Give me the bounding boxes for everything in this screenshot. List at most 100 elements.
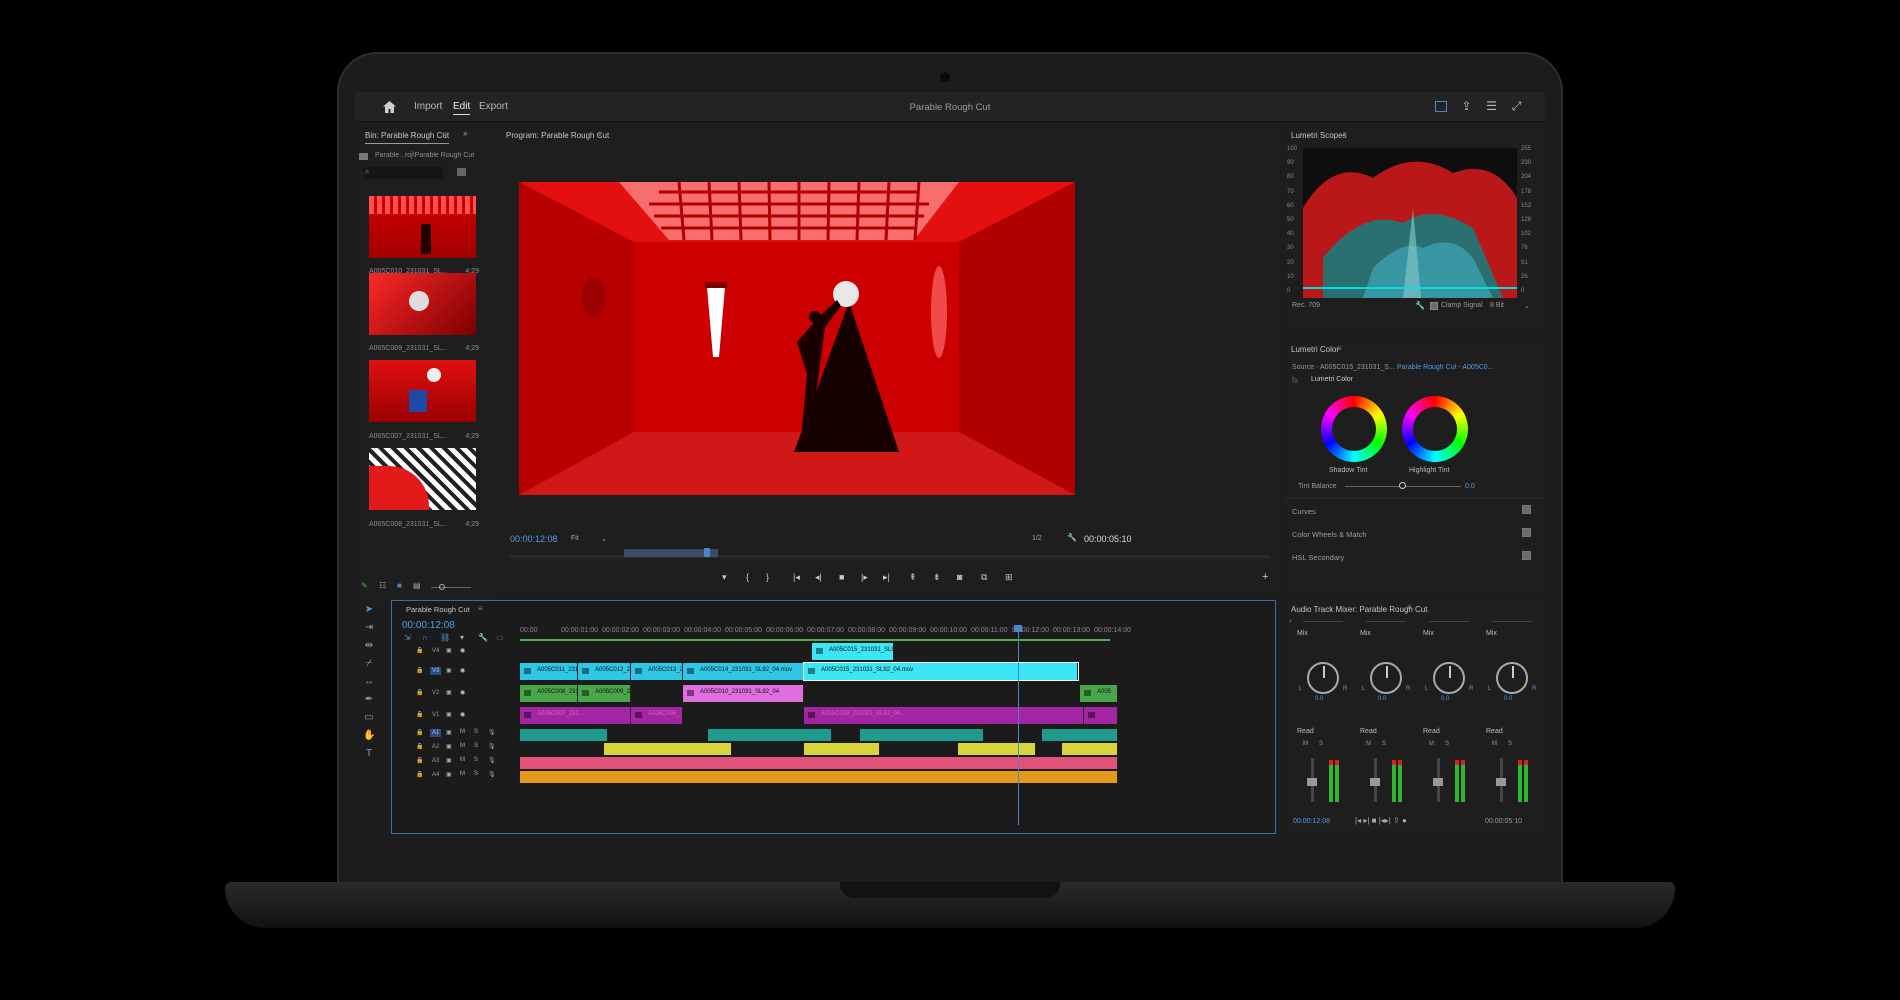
audio-clip-a1[interactable] (520, 729, 608, 741)
clip-v3[interactable]: A005C011_2310 (520, 663, 578, 680)
track-label[interactable]: A3 (430, 757, 441, 765)
settings-wrench-icon[interactable]: 🔧 (478, 633, 488, 642)
audio-clip-a2[interactable] (1062, 743, 1118, 755)
lock-icon[interactable]: 🔒 (416, 689, 423, 696)
curves-section[interactable]: Curves (1292, 507, 1316, 516)
clip-v3-selected[interactable]: A005C015_231031_SL92_04.mov (803, 662, 1079, 681)
sync-lock-icon[interactable]: ▣ (446, 743, 452, 750)
timeline-playhead[interactable] (1018, 625, 1019, 825)
mixer-transport[interactable]: |◂ ▸| ■ |◂▸| ⇪ ● (1355, 816, 1407, 825)
fx-icon[interactable]: fx (1292, 376, 1298, 385)
go-to-out-icon[interactable]: ▸| (883, 572, 890, 583)
pan-knob[interactable] (1496, 662, 1528, 694)
sync-lock-icon[interactable]: ▣ (446, 647, 452, 654)
pencil-icon[interactable]: ✎ (361, 581, 368, 590)
zoom-slider[interactable] (431, 587, 471, 588)
lock-icon[interactable]: 🔒 (416, 743, 423, 750)
mute-button[interactable]: M (460, 771, 465, 777)
track-label[interactable]: V4 (430, 647, 441, 655)
program-timecode[interactable]: 00:00:12:08 (510, 534, 558, 544)
playhead[interactable] (704, 548, 710, 557)
volume-fader-handle[interactable] (1370, 778, 1380, 786)
mix-dropdown[interactable]: Mix (1486, 630, 1497, 637)
add-marker-icon[interactable]: ▾ (460, 633, 464, 642)
clip-v3[interactable]: A005C013_23 (631, 663, 683, 680)
marker-icon[interactable]: ▾ (722, 572, 727, 583)
track-label[interactable]: A1 (430, 729, 442, 737)
audio-clip-a1[interactable] (860, 729, 984, 741)
fit-dropdown[interactable]: Fit ⌄ (571, 535, 607, 543)
zoom-slider-handle[interactable] (439, 584, 445, 590)
bit-depth-dropdown[interactable]: 8 Bit ⌄ (1490, 302, 1530, 310)
panel-menu-icon[interactable]: ≡ (597, 130, 602, 139)
panel-menu-icon[interactable]: ≡ (1342, 130, 1347, 139)
track-label[interactable]: V1 (430, 711, 441, 719)
mix-dropdown[interactable]: Mix (1360, 630, 1371, 637)
clamp-checkbox[interactable] (1430, 302, 1438, 310)
step-back-icon[interactable]: ◂| (815, 572, 822, 583)
mute-button[interactable]: M (1492, 741, 1497, 747)
mark-out-icon[interactable]: } (766, 572, 769, 582)
lock-icon[interactable]: 🔒 (416, 711, 423, 718)
panel-menu-icon[interactable]: ≡ (478, 604, 483, 613)
microphone-icon[interactable]: 🎙 (488, 757, 496, 764)
playhead-handle[interactable] (1014, 625, 1022, 632)
clip-v1[interactable]: A005C007_231... (520, 707, 631, 724)
sync-lock-icon[interactable]: ▣ (446, 689, 452, 696)
lift-icon[interactable]: ⇞ (909, 572, 917, 583)
pan-value[interactable]: 0.0 (1504, 696, 1512, 702)
icon-view-icon[interactable]: ■ (397, 581, 402, 590)
sequence-dropdown[interactable]: Parable Rough Cut - A005C0... (1397, 364, 1494, 371)
clip-v2[interactable]: A005 (1080, 685, 1118, 702)
share-icon[interactable]: ⇪ (1460, 100, 1473, 113)
wrench-icon[interactable]: 🔧 (1415, 301, 1425, 310)
track-select-icon[interactable]: ⇥ (363, 622, 375, 634)
audio-clip-a4[interactable] (520, 771, 1118, 783)
expand-icon[interactable]: › (1289, 616, 1292, 625)
track-label[interactable]: V2 (430, 689, 441, 697)
scope-mode[interactable]: Rec. 709 (1292, 302, 1320, 309)
mix-dropdown[interactable]: Mix (1297, 630, 1308, 637)
audio-clip-a2[interactable] (958, 743, 1036, 755)
solo-button[interactable]: S (1508, 741, 1512, 747)
automation-dropdown[interactable]: Read (1297, 728, 1314, 735)
wrench-icon[interactable]: 🔧 (1067, 533, 1077, 542)
tint-balance-handle[interactable] (1399, 482, 1406, 489)
clip-v3[interactable]: A005C014_231031_SL92_04.mov (683, 663, 804, 680)
pan-value[interactable]: 0.0 (1378, 696, 1386, 702)
step-forward-icon[interactable]: |▸ (861, 572, 868, 583)
camera-icon[interactable]: ◙ (957, 572, 962, 582)
clip-v2[interactable]: A005C009_231 (578, 685, 631, 702)
clip-v2[interactable]: A005C010_231031_SL92_04 (683, 685, 804, 702)
automation-dropdown[interactable]: Read (1360, 728, 1377, 735)
solo-button[interactable]: S (1319, 741, 1323, 747)
audio-clip-a2[interactable] (604, 743, 732, 755)
compare-icon[interactable]: ⧉ (981, 572, 987, 583)
track-label[interactable]: A4 (430, 771, 441, 779)
volume-fader-handle[interactable] (1433, 778, 1443, 786)
clip-thumbnail[interactable] (369, 448, 476, 510)
pan-value[interactable]: 0.0 (1441, 696, 1449, 702)
pan-value[interactable]: 0.0 (1315, 696, 1323, 702)
clip-thumbnail[interactable] (369, 273, 476, 335)
time-ruler[interactable]: 00:00 00:00:01:00 00:00:02:00 00:00:03:00 00… (520, 601, 1280, 641)
clip-v1[interactable]: A005C006_... (631, 707, 683, 724)
captions-icon[interactable]: ▭ (496, 633, 504, 642)
go-to-in-icon[interactable]: |◂ (793, 572, 800, 583)
audio-clip-a1[interactable] (708, 729, 832, 741)
hsl-secondary-checkbox[interactable] (1522, 551, 1531, 560)
input-dropdown[interactable] (1303, 614, 1343, 622)
clip-v4[interactable]: A005C015_231031_SL92_0 (812, 643, 894, 660)
clip-thumbnail[interactable] (369, 360, 476, 422)
pan-knob[interactable] (1370, 662, 1402, 694)
razor-tool-icon[interactable]: ⌿ (363, 658, 375, 670)
pan-knob[interactable] (1307, 662, 1339, 694)
snap-icon[interactable]: ∩ (422, 633, 428, 642)
bin-tab[interactable]: Bin: Parable Rough Cut (365, 131, 450, 144)
timeline-tab[interactable]: Parable Rough Cut (406, 605, 470, 614)
panel-menu-icon[interactable]: ≡ (1337, 344, 1342, 353)
pen-tool-icon[interactable]: ✒ (363, 694, 375, 706)
sync-lock-icon[interactable]: ▣ (446, 771, 452, 778)
clip-v1[interactable]: A005C008_231031_SL92_04... (804, 707, 1084, 724)
linked-selection-icon[interactable]: ⛓ (440, 633, 450, 642)
